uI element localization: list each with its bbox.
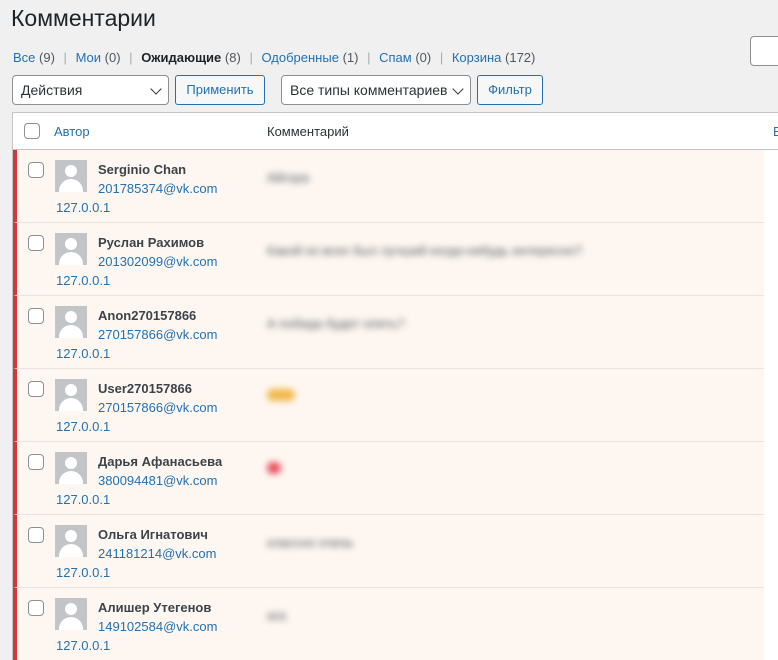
author-name: User270157866 bbox=[98, 381, 192, 396]
comment-cell: Какой из всех был лучший когда-нибудь ин… bbox=[254, 223, 764, 296]
row-checkbox[interactable] bbox=[28, 381, 44, 397]
comments-table: Автор Комментарий В Serginio Chan 201785… bbox=[12, 112, 778, 660]
filter-trash[interactable]: Корзина bbox=[452, 50, 502, 65]
comment-text: Айгора bbox=[267, 170, 310, 185]
author-name: Алишер Утегенов bbox=[98, 600, 212, 615]
apply-button[interactable]: Применить bbox=[175, 75, 265, 105]
row-checkbox[interactable] bbox=[28, 600, 44, 616]
select-all-checkbox[interactable] bbox=[24, 123, 40, 139]
avatar bbox=[55, 160, 87, 192]
author-ip[interactable]: 127.0.0.1 bbox=[56, 200, 110, 215]
filter-pending-count: (8) bbox=[224, 50, 241, 65]
comment-cell: А победа будет опять? bbox=[254, 296, 764, 369]
filter-trash-count: (172) bbox=[505, 50, 536, 65]
comment-cell bbox=[254, 369, 764, 442]
comment-text: ага bbox=[267, 608, 286, 623]
bulk-actions-value: Действия bbox=[21, 82, 83, 98]
table-row: User270157866 270157866@vk.com 127.0.0.1 bbox=[13, 369, 778, 442]
table-row: Serginio Chan 201785374@vk.com 127.0.0.1… bbox=[13, 150, 778, 223]
author-cell: Дарья Афанасьева 380094481@vk.com 127.0.… bbox=[13, 442, 254, 515]
avatar bbox=[55, 379, 87, 411]
row-checkbox[interactable] bbox=[28, 235, 44, 251]
table-row: Ольга Игнатович 241181214@vk.com 127.0.0… bbox=[13, 515, 778, 588]
author-name: Ольга Игнатович bbox=[98, 527, 208, 542]
author-cell: Алишер Утегенов 149102584@vk.com 127.0.0… bbox=[13, 588, 254, 660]
table-header: Автор Комментарий В bbox=[13, 113, 778, 150]
filter-approved-count: (1) bbox=[342, 50, 359, 65]
page-title: Комментарии bbox=[11, 5, 156, 31]
separator: | bbox=[249, 50, 253, 65]
table-row: Руслан Рахимов 201302099@vk.com 127.0.0.… bbox=[13, 223, 778, 296]
filter-mine[interactable]: Мои bbox=[76, 50, 101, 65]
author-email[interactable]: 270157866@vk.com bbox=[98, 400, 217, 415]
filter-mine-count: (0) bbox=[104, 50, 121, 65]
status-filters: Все (9) | Мои (0) | Ожидающие (8) | Одоб… bbox=[13, 50, 535, 65]
comment-text bbox=[267, 462, 281, 477]
comment-text bbox=[267, 389, 295, 404]
author-name: Serginio Chan bbox=[98, 162, 187, 177]
author-ip[interactable]: 127.0.0.1 bbox=[56, 638, 110, 653]
comment-cell: классно очень bbox=[254, 515, 764, 588]
bulk-actions-select[interactable]: Действия bbox=[12, 75, 169, 105]
author-ip[interactable]: 127.0.0.1 bbox=[56, 273, 110, 288]
author-cell: Serginio Chan 201785374@vk.com 127.0.0.1 bbox=[13, 150, 254, 223]
row-checkbox[interactable] bbox=[28, 527, 44, 543]
filter-spam-count: (0) bbox=[415, 50, 432, 65]
emoji-icon bbox=[267, 389, 295, 401]
author-name: Дарья Афанасьева bbox=[98, 454, 223, 469]
comment-text: Какой из всех был лучший когда-нибудь ин… bbox=[267, 243, 583, 258]
author-cell: Ольга Игнатович 241181214@vk.com 127.0.0… bbox=[13, 515, 254, 588]
column-author-header[interactable]: Автор bbox=[54, 124, 90, 139]
table-row: Алишер Утегенов 149102584@vk.com 127.0.0… bbox=[13, 588, 778, 660]
avatar bbox=[55, 452, 87, 484]
comment-text: А победа будет опять? bbox=[267, 316, 405, 331]
comment-cell: ага bbox=[254, 588, 764, 660]
author-cell: User270157866 270157866@vk.com 127.0.0.1 bbox=[13, 369, 254, 442]
filter-pending[interactable]: Ожидающие bbox=[141, 50, 221, 65]
search-input[interactable] bbox=[750, 36, 778, 66]
avatar bbox=[55, 233, 87, 265]
author-ip[interactable]: 127.0.0.1 bbox=[56, 419, 110, 434]
column-response-header[interactable]: В bbox=[773, 124, 778, 139]
filter-approved[interactable]: Одобренные bbox=[261, 50, 338, 65]
filter-button[interactable]: Фильтр bbox=[477, 75, 543, 105]
filter-all-count: (9) bbox=[39, 50, 55, 65]
filter-all[interactable]: Все bbox=[13, 50, 35, 65]
author-name: Руслан Рахимов bbox=[98, 235, 205, 250]
separator: | bbox=[367, 50, 371, 65]
avatar bbox=[55, 525, 87, 557]
author-cell: Руслан Рахимов 201302099@vk.com 127.0.0.… bbox=[13, 223, 254, 296]
comment-type-value: Все типы комментариев bbox=[290, 82, 448, 98]
avatar bbox=[55, 598, 87, 630]
table-row: Anon270157866 270157866@vk.com 127.0.0.1… bbox=[13, 296, 778, 369]
author-email[interactable]: 241181214@vk.com bbox=[98, 546, 216, 561]
chevron-down-icon bbox=[150, 83, 162, 95]
author-email[interactable]: 149102584@vk.com bbox=[98, 619, 217, 634]
author-email[interactable]: 201785374@vk.com bbox=[98, 181, 217, 196]
comment-type-select[interactable]: Все типы комментариев bbox=[281, 75, 471, 105]
author-cell: Anon270157866 270157866@vk.com 127.0.0.1 bbox=[13, 296, 254, 369]
row-checkbox[interactable] bbox=[28, 308, 44, 324]
author-ip[interactable]: 127.0.0.1 bbox=[56, 565, 110, 580]
author-ip[interactable]: 127.0.0.1 bbox=[56, 346, 110, 361]
comment-text: классно очень bbox=[267, 535, 354, 550]
avatar bbox=[55, 306, 87, 338]
comment-cell: Айгора bbox=[254, 150, 764, 223]
comment-cell bbox=[254, 442, 764, 515]
separator: | bbox=[63, 50, 67, 65]
author-email[interactable]: 270157866@vk.com bbox=[98, 327, 217, 342]
separator: | bbox=[129, 50, 133, 65]
row-checkbox[interactable] bbox=[28, 162, 44, 178]
row-checkbox[interactable] bbox=[28, 454, 44, 470]
author-email[interactable]: 201302099@vk.com bbox=[98, 254, 217, 269]
author-email[interactable]: 380094481@vk.com bbox=[98, 473, 217, 488]
chevron-down-icon bbox=[452, 83, 464, 95]
column-comment-header: Комментарий bbox=[267, 124, 349, 139]
table-row: Дарья Афанасьева 380094481@vk.com 127.0.… bbox=[13, 442, 778, 515]
author-name: Anon270157866 bbox=[98, 308, 197, 323]
separator: | bbox=[439, 50, 444, 65]
emoji-icon bbox=[267, 462, 281, 474]
filter-spam[interactable]: Спам bbox=[379, 50, 412, 65]
author-ip[interactable]: 127.0.0.1 bbox=[56, 492, 110, 507]
